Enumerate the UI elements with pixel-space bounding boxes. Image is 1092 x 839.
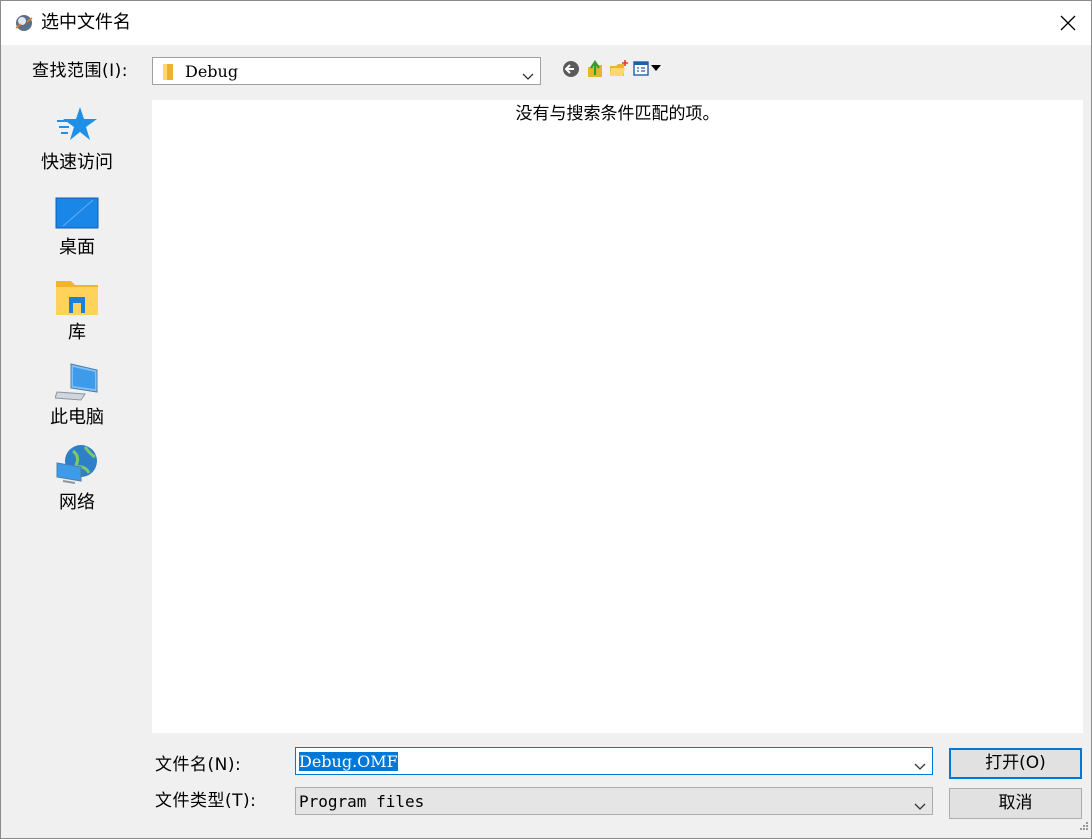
filename-combo[interactable] — [295, 747, 933, 775]
back-button[interactable] — [561, 59, 583, 81]
cancel-button[interactable]: 取消 — [949, 788, 1082, 819]
file-open-dialog: 选中文件名 查找范围(I): Debug 快速访问 桌面 库 此电脑 网络 没有… — [0, 0, 1092, 839]
new-folder-icon — [610, 60, 628, 76]
places-bar: 快速访问 桌面 库 此电脑 网络 — [9, 93, 149, 733]
close-button[interactable] — [1045, 1, 1091, 45]
place-label: 此电脑 — [50, 407, 104, 428]
open-button[interactable]: 打开(O) — [949, 748, 1082, 779]
place-this-pc[interactable]: 此电脑 — [9, 352, 145, 434]
place-quick-access[interactable]: 快速访问 — [9, 97, 145, 179]
close-icon — [1060, 15, 1076, 31]
empty-message: 没有与搜索条件匹配的项。 — [515, 104, 720, 124]
desktop-icon — [55, 188, 99, 232]
view-menu-button[interactable] — [633, 59, 665, 81]
place-label: 库 — [68, 322, 86, 343]
this-pc-icon — [54, 358, 99, 402]
window-title: 选中文件名 — [41, 12, 131, 33]
place-label: 快速访问 — [41, 152, 113, 173]
chevron-down-icon[interactable] — [522, 66, 534, 86]
filetype-dropdown[interactable]: Program files — [295, 787, 933, 815]
lookin-value: Debug — [185, 62, 239, 81]
filename-label: 文件名(N): — [155, 755, 242, 775]
new-folder-button[interactable] — [609, 59, 631, 81]
back-arrow-icon — [563, 61, 579, 77]
place-label: 网络 — [59, 492, 95, 513]
place-label: 桌面 — [59, 237, 95, 258]
quick-access-star-icon — [55, 103, 99, 147]
file-list[interactable]: 没有与搜索条件匹配的项。 — [152, 100, 1083, 733]
place-desktop[interactable]: 桌面 — [9, 182, 145, 264]
title-bar: 选中文件名 — [1, 1, 1091, 45]
lookin-dropdown[interactable]: Debug — [152, 57, 541, 85]
resize-grip-icon[interactable] — [1079, 816, 1089, 836]
view-menu-icon — [633, 61, 661, 76]
up-folder-button[interactable] — [585, 59, 607, 81]
folder-icon — [161, 63, 177, 86]
lookin-label: 查找范围(I): — [32, 61, 129, 81]
app-globe-icon — [13, 12, 35, 34]
chevron-down-icon[interactable] — [914, 796, 926, 816]
place-libraries[interactable]: 库 — [9, 267, 145, 349]
place-network[interactable]: 网络 — [9, 437, 145, 519]
filetype-value: Program files — [299, 792, 425, 811]
filetype-label: 文件类型(T): — [155, 791, 257, 811]
filename-input[interactable] — [297, 749, 901, 773]
network-globe-icon — [55, 443, 99, 487]
up-folder-icon — [588, 60, 602, 77]
chevron-down-icon[interactable] — [914, 756, 926, 776]
libraries-folder-icon — [55, 273, 99, 317]
